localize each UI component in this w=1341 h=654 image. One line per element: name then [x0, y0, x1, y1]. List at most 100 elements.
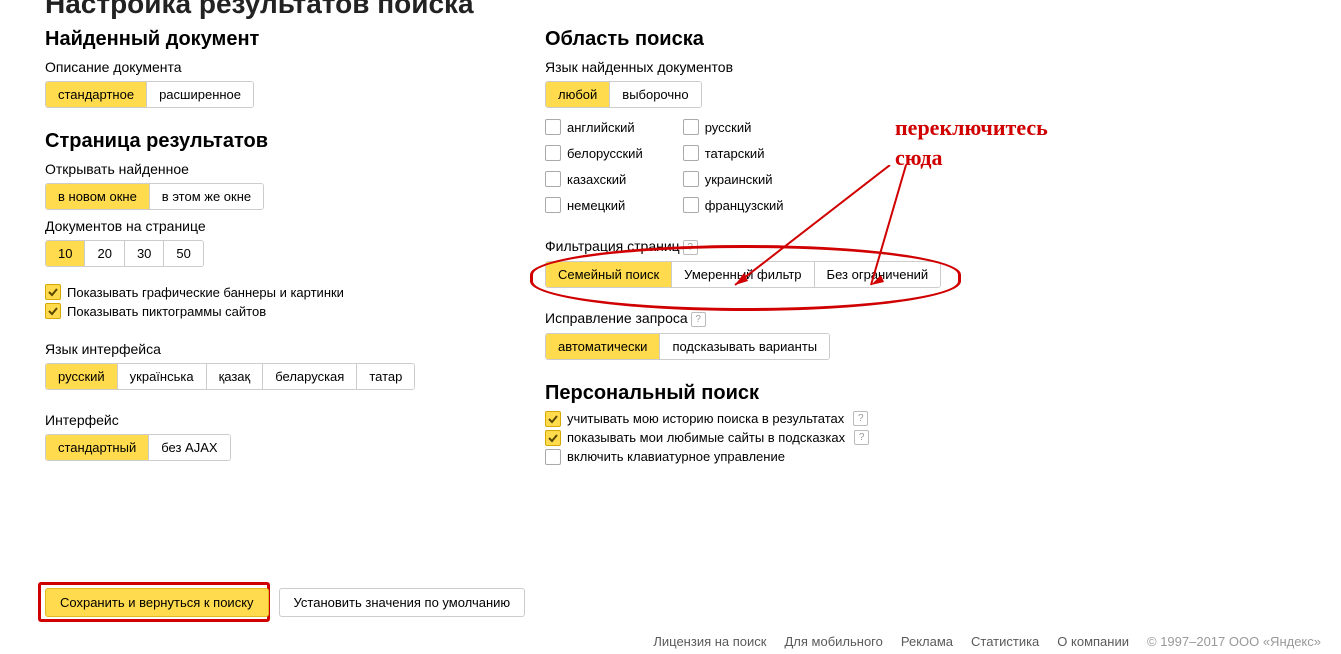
- per-page-30[interactable]: 30: [125, 241, 164, 266]
- ui-lang-label: Язык интерфейса: [45, 341, 505, 357]
- checkbox-banners[interactable]: [45, 284, 61, 300]
- check-icon: [48, 306, 58, 316]
- help-icon[interactable]: ?: [853, 411, 868, 426]
- filter-family[interactable]: Семейный поиск: [546, 262, 672, 287]
- doc-lang-label: Язык найденных документов: [545, 59, 1045, 75]
- per-page-50[interactable]: 50: [164, 241, 202, 266]
- uilang-be[interactable]: беларуская: [263, 364, 357, 389]
- cb-row-lang-be[interactable]: белорусский: [545, 145, 643, 161]
- checkbox-lang-ru[interactable]: [683, 119, 699, 135]
- doclang-selective[interactable]: выборочно: [610, 82, 700, 107]
- section-spell: Исправление запроса? автоматически подск…: [545, 310, 1045, 360]
- section-personal: Персональный поиск учитывать мою историю…: [545, 382, 1045, 465]
- per-page-10[interactable]: 10: [46, 241, 85, 266]
- lang-label-de: немецкий: [567, 198, 625, 213]
- checkbox-lang-be[interactable]: [545, 145, 561, 161]
- cb-row-lang-fr[interactable]: французский: [683, 197, 784, 213]
- cb-label-history: учитывать мою историю поиска в результат…: [567, 411, 844, 426]
- checkbox-favsites[interactable]: [545, 430, 561, 446]
- filter-none[interactable]: Без ограничений: [815, 262, 941, 287]
- open-option-newwin[interactable]: в новом окне: [46, 184, 150, 209]
- check-icon: [48, 287, 58, 297]
- footer-link-ads[interactable]: Реклама: [901, 634, 953, 649]
- cb-row-lang-uk[interactable]: украинский: [683, 171, 784, 187]
- uilang-ru[interactable]: русский: [46, 364, 118, 389]
- cb-label-banners: Показывать графические баннеры и картинк…: [67, 285, 344, 300]
- interface-segmented: стандартный без AJAX: [45, 434, 231, 461]
- uilang-uk[interactable]: українська: [118, 364, 207, 389]
- footer-copyright: © 1997–2017 ООО «Яндекс»: [1147, 634, 1321, 649]
- lang-label-uk: украинский: [705, 172, 773, 187]
- page-title: Настройка результатов поиска: [45, 0, 474, 20]
- lang-label-fr: французский: [705, 198, 784, 213]
- uilang-tt[interactable]: татар: [357, 364, 414, 389]
- section-results-page: Страница результатов Открывать найденное…: [45, 130, 505, 319]
- check-icon: [548, 414, 558, 424]
- cb-label-favsites: показывать мои любимые сайты в подсказка…: [567, 430, 845, 445]
- save-button[interactable]: Сохранить и вернуться к поиску: [45, 588, 269, 617]
- per-page-label: Документов на странице: [45, 218, 505, 234]
- checkbox-favicons[interactable]: [45, 303, 61, 319]
- cb-row-lang-de[interactable]: немецкий: [545, 197, 643, 213]
- footer-link-mobile[interactable]: Для мобильного: [784, 634, 882, 649]
- annotation-text-2: сюда: [895, 145, 942, 171]
- interface-label: Интерфейс: [45, 412, 505, 428]
- cb-row-lang-kk[interactable]: казахский: [545, 171, 643, 187]
- filter-segmented: Семейный поиск Умеренный фильтр Без огра…: [545, 261, 941, 288]
- section-interface: Интерфейс стандартный без AJAX: [45, 412, 505, 461]
- open-segmented: в новом окне в этом же окне: [45, 183, 264, 210]
- checkbox-history[interactable]: [545, 411, 561, 427]
- doclang-any[interactable]: любой: [546, 82, 610, 107]
- per-page-segmented: 10 20 30 50: [45, 240, 204, 267]
- open-option-samewin[interactable]: в этом же окне: [150, 184, 263, 209]
- reset-button[interactable]: Установить значения по умолчанию: [279, 588, 526, 617]
- help-icon[interactable]: ?: [683, 240, 698, 255]
- cb-row-lang-en[interactable]: английский: [545, 119, 643, 135]
- interface-noajax[interactable]: без AJAX: [149, 435, 229, 460]
- cb-row-lang-tt[interactable]: татарский: [683, 145, 784, 161]
- found-doc-title: Найденный документ: [45, 28, 505, 51]
- uilang-kk[interactable]: қазақ: [207, 364, 264, 389]
- spell-label: Исправление запроса?: [545, 310, 1045, 327]
- desc-label: Описание документа: [45, 59, 505, 75]
- checkbox-lang-kk[interactable]: [545, 171, 561, 187]
- cb-row-banners[interactable]: Показывать графические баннеры и картинк…: [45, 284, 505, 300]
- desc-option-standard[interactable]: стандартное: [46, 82, 147, 107]
- cb-row-favicons[interactable]: Показывать пиктограммы сайтов: [45, 303, 505, 319]
- search-area-title: Область поиска: [545, 28, 1045, 51]
- desc-option-extended[interactable]: расширенное: [147, 82, 253, 107]
- personal-title: Персональный поиск: [545, 382, 1045, 405]
- cb-row-lang-ru[interactable]: русский: [683, 119, 784, 135]
- desc-segmented: стандартное расширенное: [45, 81, 254, 108]
- checkbox-keyboard[interactable]: [545, 449, 561, 465]
- filter-label: Фильтрация страниц?: [545, 238, 1045, 255]
- checkbox-lang-uk[interactable]: [683, 171, 699, 187]
- cb-label-favicons: Показывать пиктограммы сайтов: [67, 304, 266, 319]
- filter-moderate[interactable]: Умеренный фильтр: [672, 262, 814, 287]
- cb-row-favsites[interactable]: показывать мои любимые сайты в подсказка…: [545, 430, 1045, 446]
- help-icon[interactable]: ?: [854, 430, 869, 445]
- spell-auto[interactable]: автоматически: [546, 334, 660, 359]
- action-buttons: Сохранить и вернуться к поиску Установит…: [45, 588, 525, 617]
- footer-link-stats[interactable]: Статистика: [971, 634, 1039, 649]
- spell-segmented: автоматически подсказывать варианты: [545, 333, 830, 360]
- lang-label-tt: татарский: [705, 146, 765, 161]
- checkbox-lang-de[interactable]: [545, 197, 561, 213]
- section-filter: Фильтрация страниц? Семейный поиск Умере…: [545, 238, 1045, 288]
- interface-standard[interactable]: стандартный: [46, 435, 149, 460]
- cb-row-keyboard[interactable]: включить клавиатурное управление: [545, 449, 1045, 465]
- cb-label-keyboard: включить клавиатурное управление: [567, 449, 785, 464]
- per-page-20[interactable]: 20: [85, 241, 124, 266]
- check-icon: [548, 433, 558, 443]
- open-label: Открывать найденное: [45, 161, 505, 177]
- cb-row-history[interactable]: учитывать мою историю поиска в результат…: [545, 411, 1045, 427]
- ui-lang-segmented: русский українська қазақ беларуская тата…: [45, 363, 415, 390]
- help-icon[interactable]: ?: [691, 312, 706, 327]
- lang-label-en: английский: [567, 120, 635, 135]
- checkbox-lang-fr[interactable]: [683, 197, 699, 213]
- footer-link-license[interactable]: Лицензия на поиск: [653, 634, 766, 649]
- spell-suggest[interactable]: подсказывать варианты: [660, 334, 829, 359]
- footer-link-about[interactable]: О компании: [1057, 634, 1129, 649]
- checkbox-lang-tt[interactable]: [683, 145, 699, 161]
- checkbox-lang-en[interactable]: [545, 119, 561, 135]
